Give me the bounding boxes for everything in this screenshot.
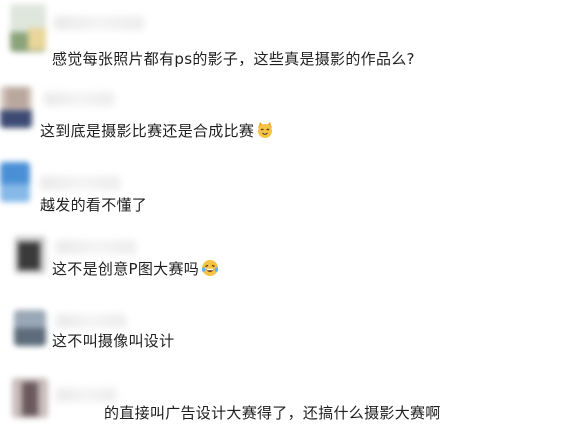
avatar[interactable] (0, 86, 32, 128)
comment-item: 这不是创意P图大赛吗 (0, 226, 569, 296)
comment-text: 这不叫摄像叫设计 (52, 332, 175, 350)
avatar[interactable] (12, 378, 48, 418)
comment-text: 的直接叫广告设计大赛得了，还搞什么摄影大赛啊 (104, 404, 441, 422)
comment-text: 这不是创意P图大赛吗 (52, 258, 219, 279)
avatar[interactable] (14, 236, 46, 274)
username-blurred[interactable] (40, 176, 120, 190)
comment-item: 的直接叫广告设计大赛得了，还搞什么摄影大赛啊 (0, 374, 569, 440)
avatar[interactable] (10, 4, 46, 52)
username-blurred[interactable] (44, 92, 114, 106)
comment-text: 感觉每张照片都有ps的影子，这些真是摄影的作品么? (52, 50, 415, 68)
username-blurred[interactable] (56, 388, 116, 402)
username-blurred[interactable] (56, 314, 126, 328)
comment-item: 感觉每张照片都有ps的影子，这些真是摄影的作品么? (0, 0, 569, 70)
cat-face-icon (256, 121, 274, 139)
comment-text-content: 这到底是摄影比赛还是合成比赛 (40, 122, 255, 140)
username-blurred[interactable] (56, 240, 136, 254)
avatar[interactable] (0, 162, 30, 202)
comment-item: 越发的看不懂了 (0, 150, 569, 220)
laughing-tears-icon (201, 259, 219, 277)
comment-text: 越发的看不懂了 (40, 196, 148, 214)
comment-text-content: 这不是创意P图大赛吗 (52, 260, 200, 278)
username-blurred[interactable] (54, 16, 144, 30)
comment-item: 这不叫摄像叫设计 (0, 302, 569, 372)
avatar[interactable] (14, 310, 46, 346)
comment-text: 这到底是摄影比赛还是合成比赛 (40, 120, 274, 141)
comment-item: 这到底是摄影比赛还是合成比赛 (0, 72, 569, 142)
